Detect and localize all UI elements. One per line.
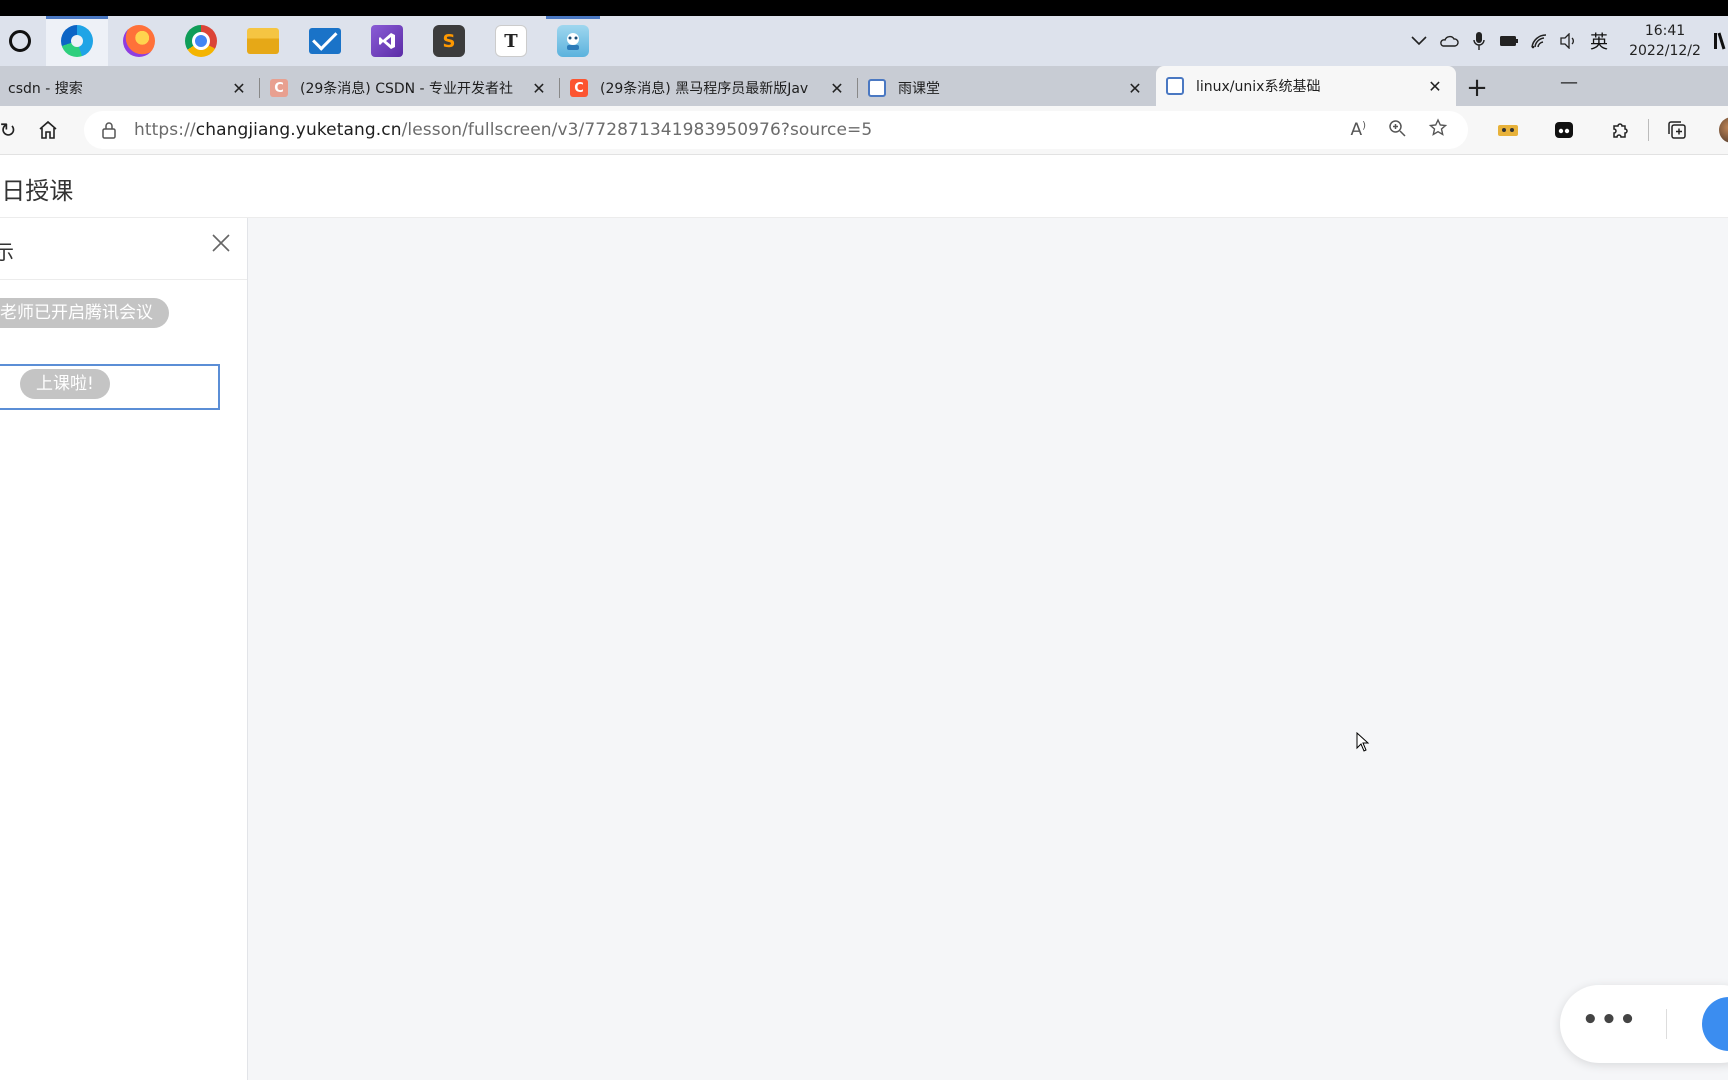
close-icon[interactable] — [211, 232, 231, 258]
taskbar-file-explorer-button[interactable] — [232, 16, 294, 66]
taskbar-firefox-button[interactable] — [108, 16, 170, 66]
windows-taskbar: S T 英 16:41 2022/12/2 — [0, 16, 1728, 66]
clock-date: 2022/12/2 — [1629, 43, 1701, 59]
tab-linux-unix[interactable]: linux/unix系统基础 ✕ — [1156, 66, 1456, 106]
more-options-button[interactable]: ••• — [1582, 1005, 1638, 1035]
visual-studio-icon — [371, 25, 403, 57]
close-icon[interactable]: ✕ — [1424, 77, 1446, 96]
close-icon[interactable]: ✕ — [528, 79, 550, 98]
url-text[interactable]: https://changjiang.yuketang.cn/lesson/fu… — [134, 120, 872, 140]
pen-tool-icon[interactable] — [1702, 997, 1728, 1051]
browser-tab-strip: csdn - 搜索 ✕ C (29条消息) CSDN - 专业开发者社 ✕ C … — [0, 66, 1728, 106]
profile-avatar[interactable] — [1719, 117, 1728, 143]
chrome-icon — [185, 25, 217, 57]
class-start-pill: 上课啦! — [20, 369, 110, 399]
floating-toolbar: ••• — [1560, 985, 1728, 1063]
chevron-up-icon[interactable] — [1404, 16, 1434, 66]
add-favorite-icon[interactable] — [1428, 117, 1448, 143]
firefox-icon — [123, 25, 155, 57]
tab-title: linux/unix系统基础 — [1196, 79, 1321, 95]
lock-icon — [84, 121, 134, 139]
tab-csdn-article[interactable]: C (29条消息) 黑马程序员最新版Jav ✕ — [560, 70, 858, 106]
battery-icon[interactable] — [1494, 16, 1524, 66]
page-title: 2日授课 — [0, 177, 74, 205]
url-host: changjiang.yuketang.cn — [195, 120, 402, 140]
extensions-puzzle-icon[interactable] — [1592, 120, 1648, 140]
close-icon[interactable]: ✕ — [1124, 79, 1146, 98]
read-aloud-icon[interactable]: A) — [1350, 120, 1366, 140]
tab-csdn-search[interactable]: csdn - 搜索 ✕ — [0, 70, 260, 106]
tab-csdn-home[interactable]: C (29条消息) CSDN - 专业开发者社 ✕ — [260, 70, 560, 106]
tab-title: csdn - 搜索 — [8, 81, 83, 97]
class-message-item[interactable]: 上课啦! — [0, 364, 220, 410]
plus-icon: + — [1466, 73, 1488, 103]
volume-icon[interactable] — [1554, 16, 1584, 66]
system-message-pill: 老师已开启腾讯会议 — [0, 298, 169, 328]
taskbar-visual-studio-button[interactable] — [356, 16, 418, 66]
panel-title: 示 — [0, 240, 14, 264]
edge-icon — [61, 25, 93, 57]
refresh-button[interactable]: ↻ — [0, 110, 28, 150]
refresh-icon: ↻ — [0, 118, 17, 142]
browser-toolbar: ↻ https://changjiang.yuketang.cn/lesson/… — [0, 106, 1728, 154]
window-minimize-button[interactable]: — — [1560, 72, 1578, 93]
clock-time: 16:41 — [1644, 23, 1686, 39]
extension-tampermonkey-icon[interactable] — [1480, 122, 1536, 138]
page-header: 2日授课 — [0, 154, 1728, 218]
system-clock[interactable]: 16:41 2022/12/2 — [1620, 21, 1710, 61]
microphone-icon[interactable] — [1464, 16, 1494, 66]
extension-toolbar — [1480, 106, 1728, 154]
url-path: /lesson/fullscreen/v3/772871341983950976… — [401, 120, 873, 140]
tab-title: 雨课堂 — [898, 81, 940, 97]
url-scheme: https:// — [134, 120, 196, 140]
sublime-icon: S — [433, 25, 465, 57]
tab-title: (29条消息) CSDN - 专业开发者社 — [300, 81, 514, 97]
rain-classroom-favicon — [868, 79, 886, 97]
taskbar-typora-button[interactable]: T — [480, 16, 542, 66]
input-method-indicator[interactable]: 英 — [1584, 28, 1614, 54]
panel-header: 示 — [0, 218, 247, 280]
mail-icon — [309, 28, 341, 54]
zoom-icon[interactable] — [1388, 119, 1406, 142]
taskbar-sublime-button[interactable]: S — [418, 16, 480, 66]
lesson-page: 2日授课 示 老师已开启腾讯会议 上课啦! — [0, 154, 1728, 1080]
close-icon[interactable]: ✕ — [228, 79, 250, 98]
taskbar-search-button[interactable] — [0, 16, 46, 66]
live-wallpaper-icon — [557, 25, 589, 57]
taskbar-mail-button[interactable] — [294, 16, 356, 66]
taskbar-edge-button[interactable] — [46, 16, 108, 66]
close-icon[interactable]: ✕ — [826, 79, 848, 98]
csdn-favicon: C — [270, 79, 288, 97]
taskbar-live-wallpaper-button[interactable] — [542, 16, 604, 66]
taskbar-apps: S T — [0, 16, 604, 66]
tab-title: (29条消息) 黑马程序员最新版Jav — [600, 81, 809, 97]
new-tab-button[interactable]: + — [1456, 70, 1498, 106]
mouse-cursor-icon — [1356, 731, 1370, 752]
address-bar-tools: A) — [1350, 111, 1448, 149]
csdn-favicon: C — [570, 79, 588, 97]
notification-center-icon[interactable] — [1710, 16, 1728, 66]
taskbar-chrome-button[interactable] — [170, 16, 232, 66]
wifi-icon[interactable] — [1524, 16, 1554, 66]
system-tray: 英 16:41 2022/12/2 — [1404, 16, 1728, 66]
tab-rain-classroom[interactable]: 雨课堂 ✕ — [858, 70, 1156, 106]
folder-icon — [247, 28, 279, 54]
home-icon — [39, 120, 57, 139]
message-panel: 示 老师已开启腾讯会议 上课啦! — [0, 218, 248, 1080]
address-bar[interactable]: https://changjiang.yuketang.cn/lesson/fu… — [84, 111, 1468, 149]
typora-icon: T — [495, 25, 527, 57]
home-button[interactable] — [28, 110, 68, 150]
extension-tampermonkey-dark-icon[interactable] — [1536, 121, 1592, 139]
collections-icon[interactable] — [1649, 120, 1705, 140]
onedrive-icon[interactable] — [1434, 16, 1464, 66]
search-icon — [9, 30, 31, 52]
rain-classroom-favicon — [1166, 77, 1184, 95]
